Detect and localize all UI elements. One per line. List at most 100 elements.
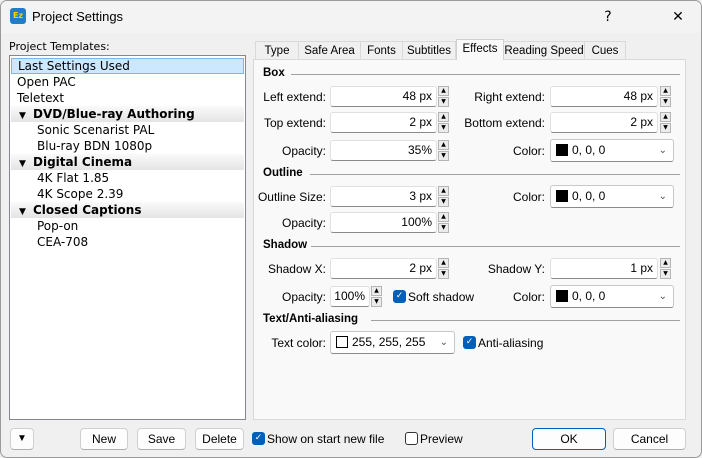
template-item[interactable]: CEA-708: [11, 234, 244, 250]
left-extend-input[interactable]: 48 px: [330, 86, 437, 107]
bottom-extend-spinner[interactable]: ▲ ▼: [660, 112, 671, 133]
color-value: 0, 0, 0: [572, 189, 606, 203]
app-icon: Ez: [10, 8, 26, 24]
box-color-label: Color:: [512, 144, 545, 158]
show-on-start-label[interactable]: Show on start new file: [267, 432, 384, 446]
shadow-opacity-spinner[interactable]: ▲ ▼: [371, 286, 382, 307]
soft-shadow-checkbox[interactable]: ✓: [393, 290, 406, 303]
template-label: Closed Captions: [33, 203, 142, 217]
bottom-extend-label: Bottom extend:: [464, 116, 545, 130]
text-color-combo[interactable]: 255, 255, 255 ⌄: [330, 331, 455, 354]
box-opacity-label: Opacity:: [281, 144, 326, 158]
delete-button[interactable]: Delete: [195, 428, 244, 450]
template-label: CEA-708: [37, 235, 89, 249]
shadow-y-input[interactable]: 1 px: [550, 258, 658, 279]
project-settings-dialog: Ez Project Settings ? ✕ Project Template…: [0, 0, 702, 458]
save-button[interactable]: Save: [137, 428, 186, 450]
shadow-y-label: Shadow Y:: [487, 262, 545, 276]
templates-menu-button[interactable]: ▼: [10, 428, 34, 450]
templates-label: Project Templates:: [9, 40, 110, 53]
top-extend-label: Top extend:: [263, 116, 326, 130]
tab-subtitles[interactable]: Subtitles: [402, 41, 456, 60]
bottom-extend-input[interactable]: 2 px: [550, 112, 658, 133]
outline-opacity-input[interactable]: 100%: [330, 212, 437, 233]
template-label: Digital Cinema: [33, 155, 133, 169]
divider: [371, 320, 680, 321]
template-label: Open PAC: [17, 75, 76, 89]
outline-opacity-label: Opacity:: [281, 216, 326, 230]
preview-label[interactable]: Preview: [420, 432, 463, 446]
ok-button[interactable]: OK: [532, 428, 606, 450]
show-on-start-checkbox[interactable]: ✓: [252, 432, 265, 445]
box-color-combo[interactable]: 0, 0, 0 ⌄: [550, 139, 674, 162]
shadow-x-input[interactable]: 2 px: [330, 258, 437, 279]
tab-cues[interactable]: Cues: [584, 41, 626, 60]
shadow-opacity-input[interactable]: 100%: [330, 286, 370, 307]
template-label: Teletext: [17, 91, 65, 105]
template-item[interactable]: Teletext: [11, 90, 244, 106]
chevron-down-icon: ⌄: [658, 191, 667, 202]
chevron-down-icon: ⌄: [658, 145, 667, 156]
template-item[interactable]: Last Settings Used: [11, 58, 244, 74]
shadow-section-title: Shadow: [263, 239, 308, 251]
color-swatch: [556, 190, 568, 202]
anti-aliasing-label[interactable]: Anti-aliasing: [478, 336, 543, 350]
outline-opacity-spinner[interactable]: ▲ ▼: [438, 212, 449, 233]
shadow-y-spinner[interactable]: ▲ ▼: [660, 258, 671, 279]
box-opacity-input[interactable]: 35%: [330, 140, 437, 161]
template-item[interactable]: 4K Flat 1.85: [11, 170, 244, 186]
template-group[interactable]: ▼ DVD/Blue-ray Authoring: [11, 106, 244, 122]
template-label: Pop-on: [37, 219, 79, 233]
chevron-down-icon: ⌄: [439, 337, 448, 348]
text-color-label: Text color:: [271, 336, 326, 350]
shadow-opacity-label: Opacity:: [281, 290, 326, 304]
template-label: Blu-ray BDN 1080p: [37, 139, 153, 153]
color-value: 255, 255, 255: [352, 335, 426, 349]
window-title: Project Settings: [32, 9, 124, 24]
preview-checkbox[interactable]: [405, 432, 418, 445]
right-extend-spinner[interactable]: ▲ ▼: [660, 86, 671, 107]
tab-effects[interactable]: Effects: [456, 39, 504, 60]
color-value: 0, 0, 0: [572, 143, 606, 157]
outline-size-label: Outline Size:: [257, 190, 326, 204]
divider: [310, 174, 680, 175]
divider: [311, 246, 680, 247]
outline-size-input[interactable]: 3 px: [330, 186, 437, 207]
left-extend-label: Left extend:: [263, 90, 326, 104]
tab-safe-area[interactable]: Safe Area: [298, 41, 361, 60]
shadow-color-label: Color:: [512, 290, 545, 304]
template-label: Sonic Scenarist PAL: [37, 123, 155, 137]
close-button[interactable]: ✕: [655, 1, 701, 33]
chevron-down-icon: ⌄: [658, 291, 667, 302]
template-label: DVD/Blue-ray Authoring: [33, 107, 195, 121]
shadow-color-combo[interactable]: 0, 0, 0 ⌄: [550, 285, 674, 308]
template-item[interactable]: Open PAC: [11, 74, 244, 90]
template-label: Last Settings Used: [18, 59, 130, 73]
outline-color-combo[interactable]: 0, 0, 0 ⌄: [550, 185, 674, 208]
shadow-x-label: Shadow X:: [267, 262, 326, 276]
template-group[interactable]: ▼ Digital Cinema: [11, 154, 244, 170]
tab-type[interactable]: Type: [255, 41, 299, 60]
box-section-title: Box: [263, 67, 285, 79]
right-extend-input[interactable]: 48 px: [550, 86, 658, 107]
tab-reading-speed[interactable]: Reading Speed: [503, 41, 585, 60]
color-value: 0, 0, 0: [572, 289, 606, 303]
template-item[interactable]: Sonic Scenarist PAL: [11, 122, 244, 138]
template-item[interactable]: Blu-ray BDN 1080p: [11, 138, 244, 154]
cancel-button[interactable]: Cancel: [613, 428, 686, 450]
template-item[interactable]: Pop-on: [11, 218, 244, 234]
right-extend-label: Right extend:: [474, 90, 545, 104]
template-group[interactable]: ▼ Closed Captions: [11, 202, 244, 218]
outline-section-title: Outline: [263, 167, 303, 179]
template-item[interactable]: 4K Scope 2.39: [11, 186, 244, 202]
anti-aliasing-checkbox[interactable]: ✓: [463, 336, 476, 349]
text-section-title: Text/Anti-aliasing: [263, 313, 358, 325]
new-button[interactable]: New: [80, 428, 128, 450]
templates-list[interactable]: Last Settings Used Open PAC Teletext ▼ DVD/B…: [9, 55, 246, 420]
color-swatch: [556, 290, 568, 302]
template-label: 4K Flat 1.85: [37, 171, 110, 185]
tab-fonts[interactable]: Fonts: [360, 41, 403, 60]
color-swatch: [336, 336, 348, 348]
help-button[interactable]: ?: [585, 1, 631, 33]
top-extend-input[interactable]: 2 px: [330, 112, 437, 133]
